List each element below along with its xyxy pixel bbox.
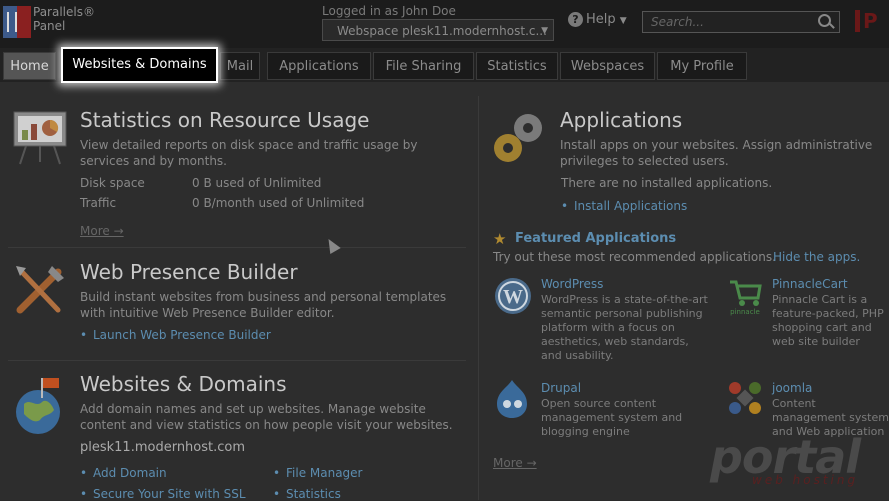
applications-more-link[interactable]: More →: [493, 456, 537, 470]
top-header: Parallels® Panel Logged in as John Doe We…: [0, 0, 889, 48]
portal-watermark-subtitle: web hosting: [752, 473, 859, 487]
drupal-icon[interactable]: [493, 378, 531, 420]
disk-space-value: 0 B used of Unlimited: [192, 176, 322, 190]
corner-logo: P: [855, 10, 889, 34]
file-manager-link[interactable]: File Manager: [286, 466, 363, 480]
help-icon: ?: [568, 12, 583, 27]
drupal-desc: Open source content management system an…: [541, 397, 683, 438]
drupal-link[interactable]: Drupal: [541, 381, 581, 395]
domains-desc: Add domain names and set up websites. Ma…: [80, 402, 453, 432]
tab-mail[interactable]: Mail: [220, 52, 260, 80]
tab-webspaces[interactable]: Webspaces: [560, 52, 655, 80]
traffic-value: 0 B/month used of Unlimited: [192, 196, 365, 210]
column-divider: [478, 96, 479, 500]
stats-title: Statistics on Resource Usage: [80, 108, 370, 132]
joomla-icon[interactable]: [725, 378, 765, 418]
applications-desc: Install apps on your websites. Assign ad…: [560, 138, 873, 168]
stats-more-link[interactable]: More →: [80, 224, 124, 238]
star-icon: ★: [493, 230, 507, 248]
disk-space-label: Disk space: [80, 176, 145, 190]
wordpress-link[interactable]: WordPress: [541, 277, 603, 291]
builder-tools-icon: [16, 266, 64, 314]
hide-apps-link[interactable]: Hide the apps.: [773, 250, 860, 264]
joomla-link[interactable]: joomla: [772, 381, 812, 395]
builder-title: Web Presence Builder: [80, 260, 298, 284]
pinnaclecart-link[interactable]: PinnacleCart: [772, 277, 848, 291]
bullet: •: [561, 199, 569, 213]
featured-title: Featured Applications: [515, 231, 677, 246]
tab-file-sharing[interactable]: File Sharing: [373, 52, 474, 80]
statistics-board-icon: [13, 111, 67, 165]
svg-text:W: W: [503, 286, 523, 308]
bullet: •: [80, 328, 88, 342]
globe-flag-icon: [16, 378, 60, 434]
launch-builder-link[interactable]: Launch Web Presence Builder: [93, 328, 271, 342]
domain-name: plesk11.modernhost.com: [80, 440, 246, 455]
chevron-down-icon: ▼: [541, 26, 548, 36]
traffic-label: Traffic: [80, 196, 117, 210]
svg-text:pinnacle: pinnacle: [730, 308, 760, 316]
bullet: •: [273, 466, 281, 480]
pinnaclecart-icon[interactable]: pinnacle: [726, 276, 764, 316]
logged-in-label: Logged in as John Doe: [322, 4, 456, 18]
stats-desc: View detailed reports on disk space and …: [80, 138, 418, 168]
gears-icon: [494, 114, 542, 162]
tab-home[interactable]: Home: [3, 52, 56, 80]
tab-statistics[interactable]: Statistics: [476, 52, 558, 80]
install-applications-link[interactable]: Install Applications: [574, 199, 687, 213]
bullet: •: [80, 466, 88, 480]
bullet: •: [80, 487, 88, 501]
help-menu[interactable]: ? Help ▼: [568, 12, 627, 27]
add-domain-link[interactable]: Add Domain: [93, 466, 167, 480]
statistics-link[interactable]: Statistics: [286, 487, 341, 501]
no-apps-label: There are no installed applications.: [561, 176, 773, 190]
featured-desc: Try out these most recommended applicati…: [493, 250, 776, 264]
webspace-select[interactable]: Webspace plesk11.modernhost.c... ▼: [322, 19, 554, 41]
secure-ssl-link[interactable]: Secure Your Site with SSL: [93, 487, 246, 501]
tab-websites-domains[interactable]: Websites & Domains: [61, 47, 218, 83]
wordpress-icon[interactable]: W: [493, 276, 533, 316]
chevron-down-icon: ▼: [619, 16, 627, 26]
bullet: •: [273, 487, 281, 501]
parallels-logo[interactable]: [3, 6, 31, 38]
search-input[interactable]: Search...: [642, 11, 840, 33]
pinnaclecart-desc: Pinnacle Cart is a feature-packed, PHP s…: [772, 293, 884, 348]
section-separator: [8, 360, 466, 361]
applications-title: Applications: [560, 108, 683, 132]
tab-applications[interactable]: Applications: [267, 52, 371, 80]
search-icon[interactable]: [818, 14, 831, 27]
builder-desc: Build instant websites from business and…: [80, 290, 447, 320]
brand-name: Parallels® Panel: [33, 5, 95, 33]
tab-my-profile[interactable]: My Profile: [657, 52, 747, 80]
section-separator: [8, 247, 466, 248]
wordpress-desc: WordPress is a state-of-the-art semantic…: [541, 293, 708, 362]
domains-title: Websites & Domains: [80, 372, 287, 396]
